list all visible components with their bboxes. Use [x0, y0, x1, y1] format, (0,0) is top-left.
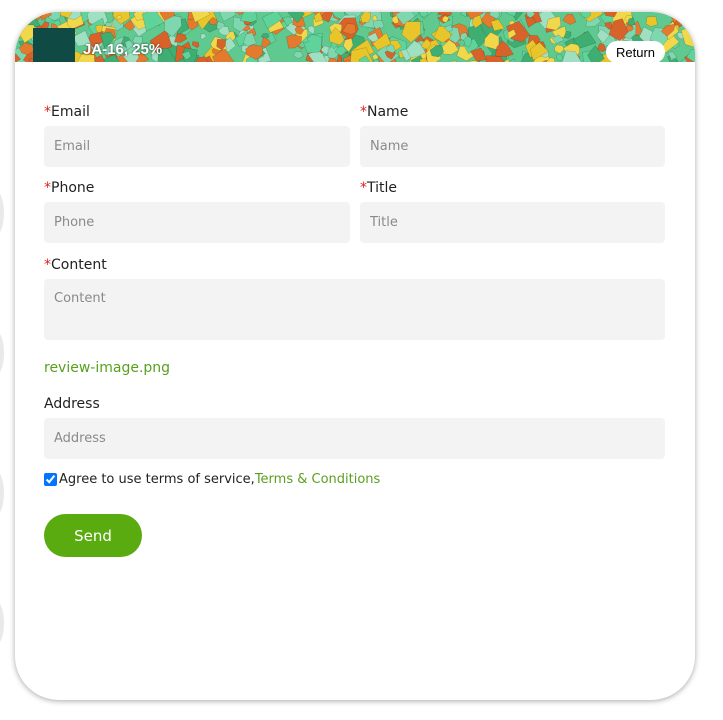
granule: [239, 12, 258, 23]
terms-agreement: Agree to use terms of service, Terms & Co…: [44, 472, 380, 487]
phone-label-text: Phone: [51, 180, 95, 196]
uploaded-file-link[interactable]: review-image.png: [44, 360, 170, 376]
granule: [645, 16, 658, 27]
return-button[interactable]: Return: [606, 41, 665, 62]
title-field[interactable]: [360, 202, 665, 243]
granule: [556, 53, 563, 62]
granule: [554, 44, 565, 54]
granule: [174, 32, 188, 43]
agree-checkbox[interactable]: [44, 473, 57, 486]
phone-label: *Phone: [44, 180, 94, 196]
product-banner: JA-16, 25% Return: [15, 12, 695, 62]
name-field[interactable]: [360, 126, 665, 167]
email-label: *Email: [44, 104, 90, 120]
granule: [505, 12, 517, 17]
granule: [680, 28, 695, 48]
send-button[interactable]: Send: [44, 514, 142, 557]
required-mark: *: [360, 180, 367, 196]
address-label: Address: [44, 396, 100, 412]
color-swatch: [33, 28, 75, 62]
granule: [360, 12, 371, 23]
required-mark: *: [44, 180, 51, 196]
product-title: JA-16, 25%: [83, 41, 163, 58]
content-label: *Content: [44, 257, 107, 273]
granule: [292, 51, 304, 60]
required-mark: *: [44, 104, 51, 120]
email-field[interactable]: [44, 126, 350, 167]
content-textarea[interactable]: [44, 279, 665, 340]
granule: [451, 60, 457, 62]
agree-text: Agree to use terms of service,: [59, 472, 255, 487]
name-label-text: Name: [367, 104, 409, 120]
content-label-text: Content: [51, 257, 107, 273]
terms-link[interactable]: Terms & Conditions: [255, 472, 381, 487]
background-decoration: [0, 190, 4, 236]
granule: [562, 13, 577, 25]
required-mark: *: [44, 257, 51, 273]
title-label-text: Title: [367, 180, 398, 196]
background-decoration: [0, 600, 4, 646]
address-field[interactable]: [44, 418, 665, 459]
background-decoration: [0, 470, 4, 516]
name-label: *Name: [360, 104, 408, 120]
granule: [200, 33, 207, 40]
title-label: *Title: [360, 180, 397, 196]
required-mark: *: [360, 104, 367, 120]
granule: [106, 12, 111, 14]
email-label-text: Email: [51, 104, 90, 120]
review-form-card: JA-16, 25% Return *Email *Name *Phone *T…: [15, 12, 695, 700]
granule: [191, 41, 200, 49]
granule: [627, 17, 635, 26]
phone-field[interactable]: [44, 202, 350, 243]
background-decoration: [0, 330, 4, 376]
